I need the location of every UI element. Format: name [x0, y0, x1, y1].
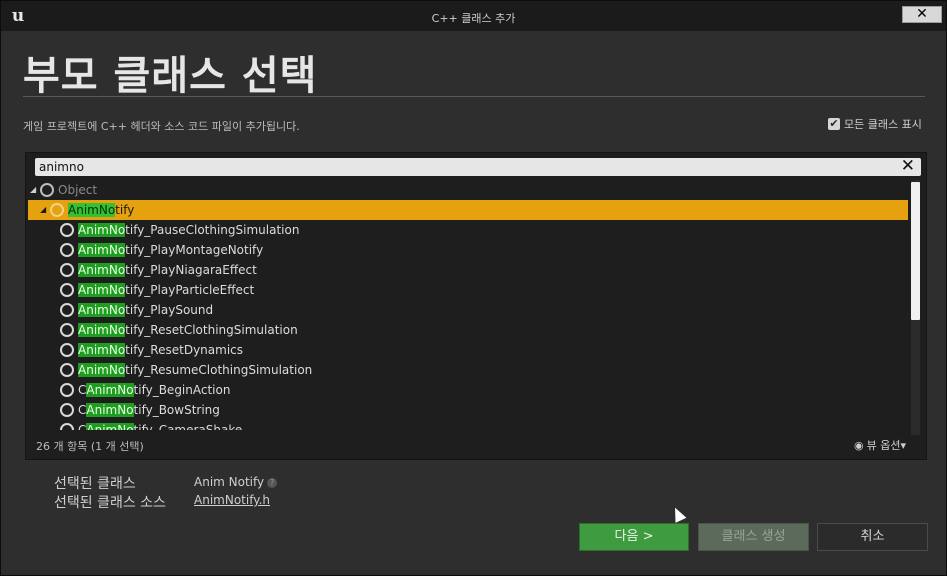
search-match-highlight: AnimNo [78, 243, 126, 257]
tree-row-label: AnimNotify_ResetClothingSimulation [78, 320, 298, 340]
expand-arrow-icon[interactable]: ◢ [30, 180, 36, 200]
class-icon [60, 223, 74, 237]
tree-row[interactable]: CAnimNotify_CameraShake [28, 420, 908, 430]
class-icon [60, 263, 74, 277]
selected-class-source-label: 선택된 클래스 소스 [54, 495, 166, 511]
class-icon [60, 363, 74, 377]
tree-row[interactable]: CAnimNotify_BeginAction [28, 380, 908, 400]
tree-row-label: CAnimNotify_CameraShake [78, 420, 242, 430]
next-button[interactable]: 다음 > [579, 523, 689, 551]
selected-class-name: Anim Notify [194, 475, 265, 489]
label-suffix: tify_ResumeClothingSimulation [125, 363, 313, 377]
tree-row[interactable]: AnimNotify_PauseClothingSimulation [28, 220, 908, 240]
tree-row[interactable]: AnimNotify_PlaySound [28, 300, 908, 320]
chevron-down-icon: ▾ [900, 439, 906, 452]
view-options-button[interactable]: ◉ 뷰 옵션▾ [854, 437, 906, 453]
cancel-button[interactable]: 취소 [817, 523, 928, 551]
class-icon [60, 343, 74, 357]
tree-row-label: CAnimNotify_BowString [78, 400, 220, 420]
label-suffix: tify_CameraShake [133, 423, 243, 430]
expand-arrow-icon[interactable]: ◢ [40, 200, 46, 220]
search-match-highlight: AnimNo [78, 223, 126, 237]
class-icon [60, 403, 74, 417]
page-title: 부모 클래스 선택 [23, 53, 318, 99]
description-text: 게임 프로젝트에 C++ 헤더와 소스 코드 파일이 추가됩니다. [23, 120, 300, 133]
label-suffix: tify_PlayMontageNotify [125, 243, 264, 257]
label-suffix: tify_PauseClothingSimulation [125, 223, 300, 237]
tree-row[interactable]: AnimNotify_PlayMontageNotify [28, 240, 908, 260]
label-suffix: tify_PlaySound [125, 303, 214, 317]
search-match-highlight: AnimNo [78, 343, 126, 357]
search-match-highlight: AnimNo [86, 403, 134, 417]
view-options-label: 뷰 옵션 [866, 439, 901, 452]
tree-row[interactable]: AnimNotify_ResetDynamics [28, 340, 908, 360]
class-icon [60, 303, 74, 317]
mouse-cursor-icon [669, 505, 687, 523]
search-box[interactable]: ✕ [35, 156, 921, 176]
checkbox-check-icon[interactable]: ✔ [828, 118, 840, 130]
label-suffix: tify_BeginAction [133, 383, 231, 397]
class-icon [60, 283, 74, 297]
tree-row-label: AnimNotify_ResetDynamics [78, 340, 243, 360]
tree-row[interactable]: ◢ AnimNotify [28, 200, 908, 220]
tree-row-label: AnimNotify_PlayNiagaraEffect [78, 260, 257, 280]
class-icon [60, 323, 74, 337]
label-suffix: Object [58, 183, 98, 197]
label-suffix: tify_BowString [133, 403, 220, 417]
tree-row[interactable]: AnimNotify_PlayParticleEffect [28, 280, 908, 300]
title-bar[interactable]: u C++ 클래스 추가 ✕ [1, 1, 946, 31]
tree-row[interactable]: AnimNotify_ResetClothingSimulation [28, 320, 908, 340]
tree-row[interactable]: ◢ Object [28, 180, 908, 200]
close-button[interactable]: ✕ [902, 6, 942, 23]
show-all-classes-checkbox[interactable]: ✔ 모든 클래스 표시 [828, 117, 922, 131]
search-match-highlight: AnimNo [78, 303, 126, 317]
search-match-highlight: AnimNo [86, 423, 134, 430]
tree-row-label: AnimNotify_PlayMontageNotify [78, 240, 263, 260]
search-match-highlight: AnimNo [68, 203, 116, 217]
window-title: C++ 클래스 추가 [431, 12, 516, 25]
tree-scrollbar[interactable] [911, 180, 920, 435]
tree-row-label: AnimNotify_PlayParticleEffect [78, 280, 254, 300]
tree-row-label: AnimNotify_PauseClothingSimulation [78, 220, 299, 240]
add-cpp-class-dialog: u C++ 클래스 추가 ✕ 부모 클래스 선택 게임 프로젝트에 C++ 헤더… [0, 0, 947, 576]
tree-row-label: CAnimNotify_BeginAction [78, 380, 230, 400]
eye-icon: ◉ [854, 439, 864, 452]
class-picker-panel: ✕ ◢Object◢AnimNotifyAnimNotify_PauseClot… [25, 152, 927, 460]
class-icon [60, 423, 74, 430]
tree-row-label: AnimNotify_ResumeClothingSimulation [78, 360, 312, 380]
tree-row-label: Object [58, 180, 97, 200]
class-tree: ◢ Object ◢ AnimNotify AnimNotify_PauseClothi… [28, 180, 908, 430]
help-icon[interactable]: ? [267, 478, 278, 488]
label-suffix: tify [115, 203, 135, 217]
search-match-highlight: AnimNo [78, 323, 126, 337]
selected-class-source-link[interactable]: AnimNotify.h [194, 493, 270, 507]
class-icon [60, 383, 74, 397]
class-icon [50, 203, 64, 217]
scrollbar-thumb[interactable] [911, 182, 920, 320]
search-match-highlight: AnimNo [78, 363, 126, 377]
show-all-classes-label[interactable]: 모든 클래스 표시 [844, 116, 922, 132]
selected-class-label: 선택된 클래스 [54, 476, 136, 492]
tree-row-label: AnimNotify_PlaySound [78, 300, 213, 320]
search-match-highlight: AnimNo [78, 263, 126, 277]
search-match-highlight: AnimNo [86, 383, 134, 397]
clear-search-icon[interactable]: ✕ [901, 156, 915, 176]
title-divider [23, 96, 925, 97]
label-suffix: tify_ResetDynamics [125, 343, 244, 357]
selected-class-value: Anim Notify? [194, 475, 278, 489]
tree-row[interactable]: CAnimNotify_BowString [28, 400, 908, 420]
search-match-highlight: AnimNo [78, 283, 126, 297]
tree-row-label: AnimNotify [68, 200, 134, 220]
item-count: 26 개 항목 (1 개 선택) [36, 440, 144, 453]
create-class-button[interactable]: 클래스 생성 [698, 523, 809, 551]
class-icon [60, 243, 74, 257]
label-suffix: tify_PlayNiagaraEffect [125, 263, 257, 277]
search-input[interactable] [39, 159, 879, 175]
label-suffix: tify_PlayParticleEffect [125, 283, 255, 297]
class-icon [40, 183, 54, 197]
label-suffix: tify_ResetClothingSimulation [125, 323, 298, 337]
tree-row[interactable]: AnimNotify_PlayNiagaraEffect [28, 260, 908, 280]
tree-row[interactable]: AnimNotify_ResumeClothingSimulation [28, 360, 908, 380]
